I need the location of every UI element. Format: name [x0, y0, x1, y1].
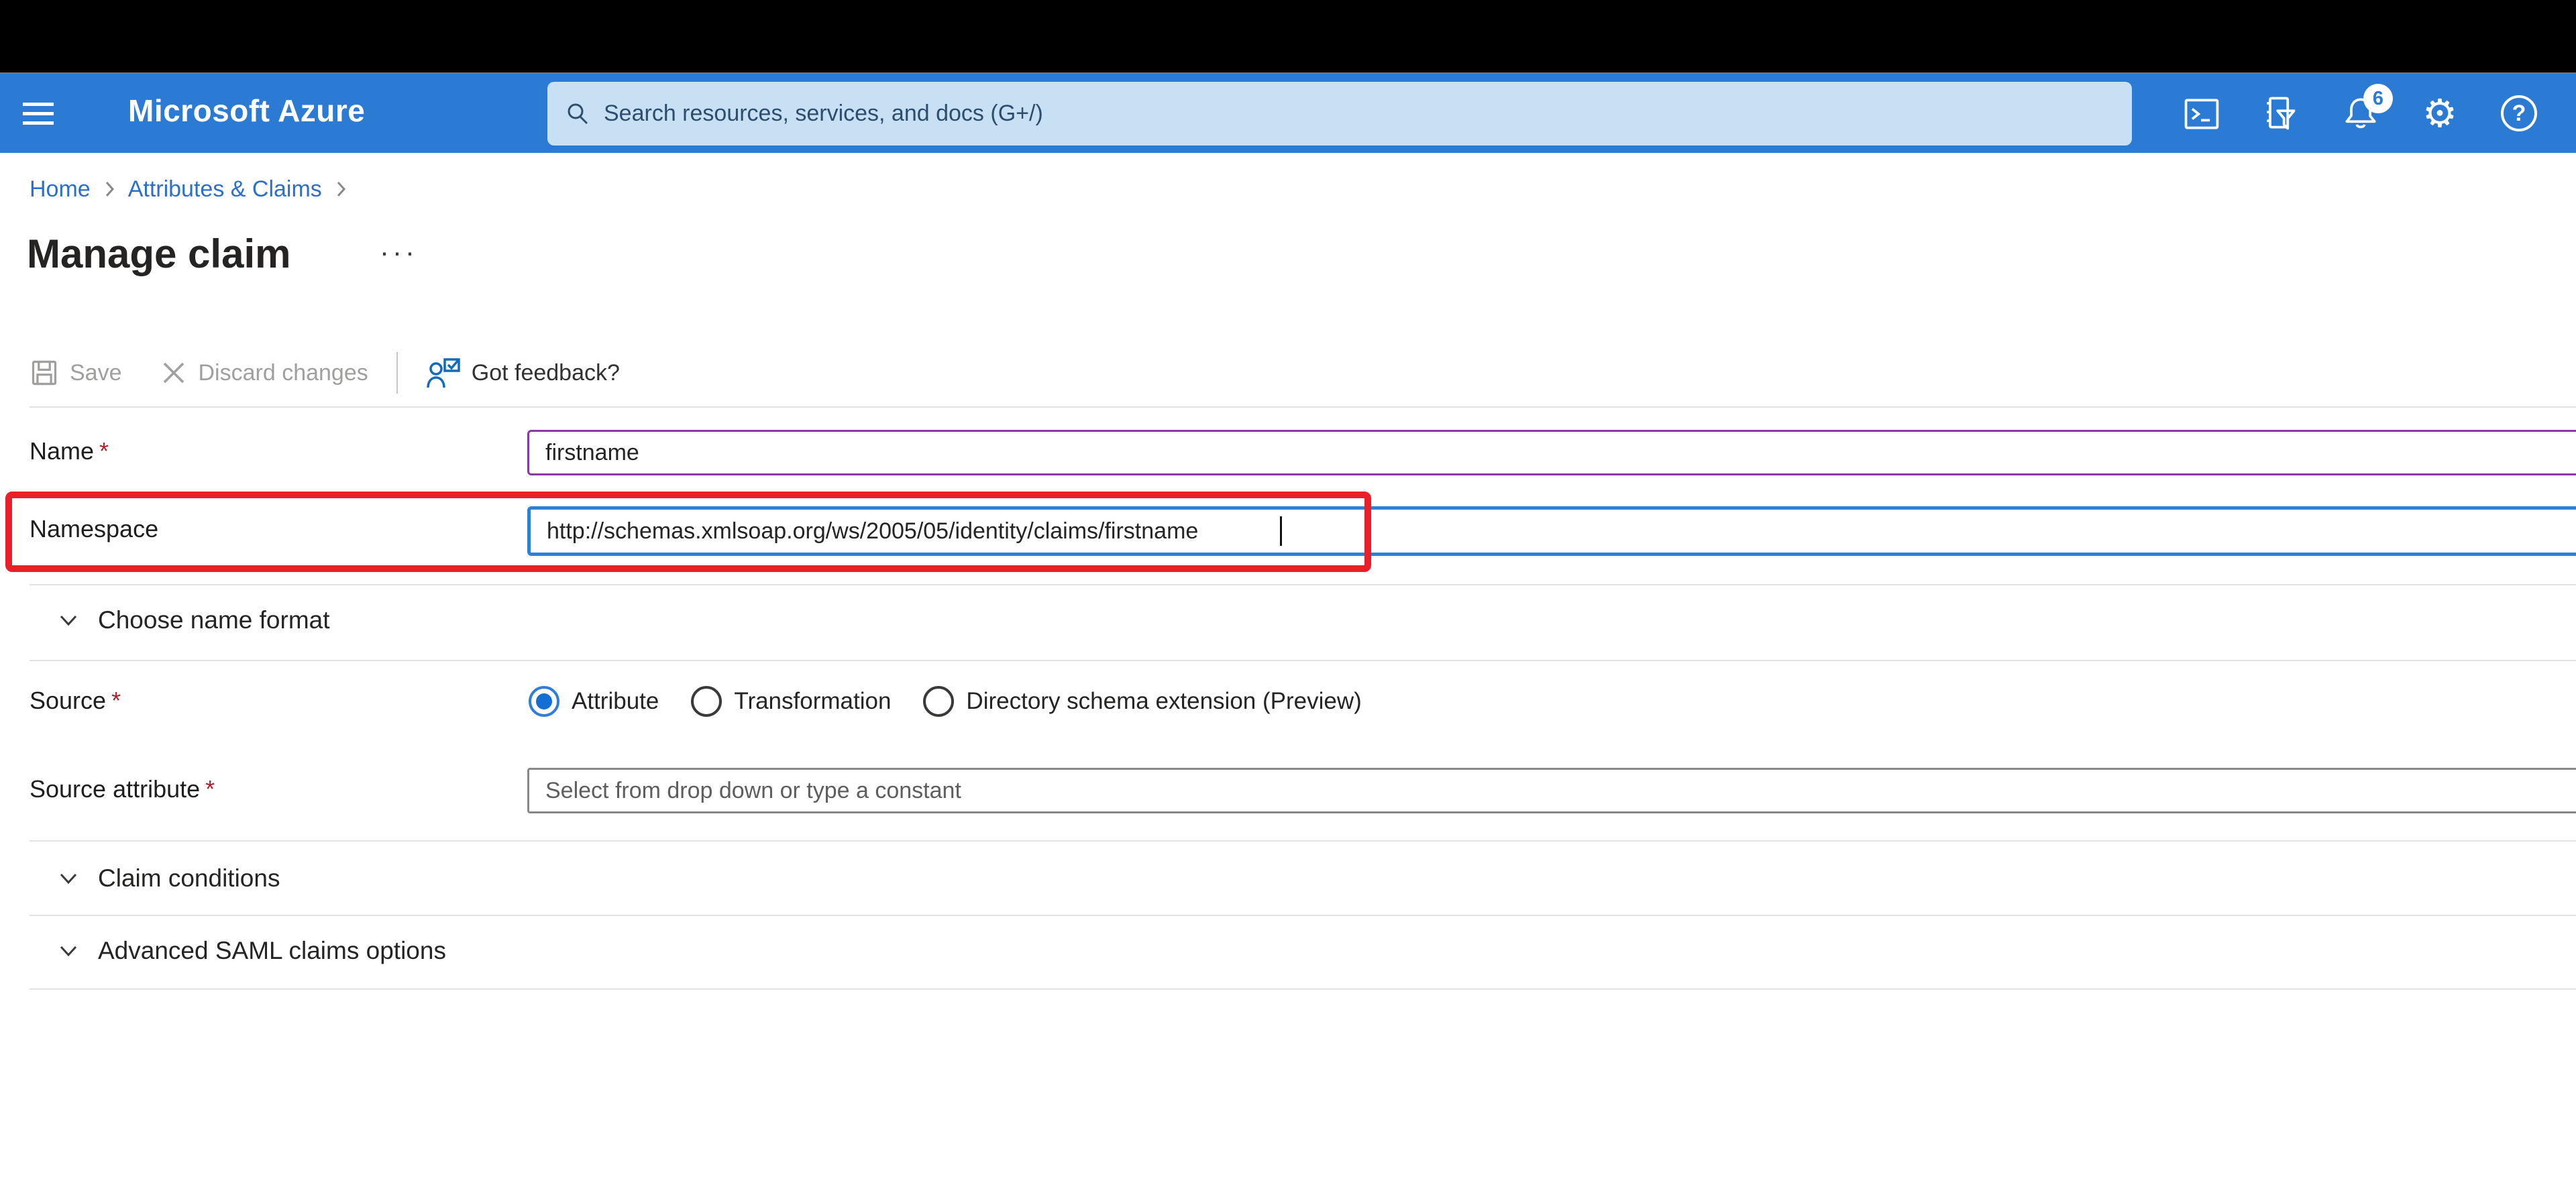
breadcrumb-home-link[interactable]: Home — [30, 176, 91, 203]
cloud-shell-button[interactable] — [2180, 92, 2223, 135]
required-asterisk: * — [99, 437, 109, 465]
chevron-right-icon — [103, 178, 116, 200]
save-button[interactable]: Save — [30, 358, 122, 388]
divider — [30, 406, 2576, 408]
breadcrumb-claims-link[interactable]: Attributes & Claims — [128, 176, 322, 203]
help-icon: ? — [2501, 95, 2537, 131]
radio-label: Attribute — [572, 688, 659, 714]
chevron-right-icon — [334, 178, 347, 200]
azure-portal-window: Microsoft Azure Search resources, servic… — [0, 0, 2576, 1203]
radio-directory-schema-extension[interactable]: Directory schema extension (Preview) — [923, 686, 1362, 717]
required-asterisk: * — [205, 775, 215, 803]
divider — [30, 988, 2576, 990]
chevron-down-icon — [60, 946, 77, 957]
terminal-icon — [2184, 99, 2219, 129]
discard-button[interactable]: Discard changes — [160, 359, 368, 387]
text-cursor — [1280, 516, 1282, 546]
radio-attribute[interactable]: Attribute — [529, 686, 659, 717]
feedback-label: Got feedback? — [471, 359, 620, 386]
settings-button[interactable]: ⚙ — [2418, 92, 2461, 135]
chevron-down-icon — [60, 873, 77, 884]
section-advanced-saml-options[interactable]: Advanced SAML claims options — [58, 937, 446, 965]
radio-label: Transformation — [734, 688, 892, 714]
radio-label: Directory schema extension (Preview) — [966, 688, 1362, 714]
feedback-button[interactable]: Got feedback? — [426, 357, 620, 389]
chevron-down-icon — [60, 615, 77, 626]
section-label: Choose name format — [98, 606, 330, 634]
section-label: Claim conditions — [98, 864, 280, 892]
name-field — [527, 430, 2576, 475]
letterbox-band — [0, 0, 2576, 72]
radio-transformation[interactable]: Transformation — [691, 686, 891, 717]
radio-button-selected-icon — [529, 686, 559, 717]
required-asterisk: * — [111, 687, 121, 714]
source-attribute-label: Source attribute * — [30, 775, 215, 803]
close-icon — [163, 362, 184, 384]
namespace-input[interactable] — [527, 506, 2576, 556]
discard-label: Discard changes — [198, 359, 368, 386]
section-choose-name-format[interactable]: Choose name format — [58, 606, 330, 634]
filter-icon — [2267, 97, 2296, 130]
feedback-icon — [427, 358, 460, 388]
directory-filter-button[interactable] — [2259, 92, 2302, 135]
more-options-button[interactable]: ··· — [380, 236, 418, 268]
name-input[interactable] — [527, 430, 2576, 475]
save-label: Save — [70, 359, 122, 386]
source-attribute-input[interactable] — [527, 768, 2576, 813]
name-label: Name * — [30, 437, 109, 465]
toolbar-divider — [396, 352, 398, 394]
help-button[interactable]: ? — [2498, 92, 2540, 135]
divider — [30, 915, 2576, 916]
command-bar: Save Discard changes Got feedback? — [30, 347, 620, 398]
source-label: Source * — [30, 687, 121, 714]
radio-button-icon — [691, 686, 722, 717]
save-icon — [32, 360, 57, 386]
radio-button-icon — [923, 686, 955, 717]
gear-icon: ⚙ — [2422, 91, 2457, 136]
source-radio-group: Attribute Transformation Directory schem… — [529, 681, 1362, 722]
notifications-button[interactable]: 6 — [2339, 84, 2393, 135]
section-claim-conditions[interactable]: Claim conditions — [58, 864, 280, 893]
page-title: Manage claim — [27, 231, 291, 276]
top-bar-actions: 6 ⚙ ? — [0, 84, 2576, 135]
divider — [30, 840, 2576, 842]
section-label: Advanced SAML claims options — [98, 937, 446, 964]
divider — [30, 660, 2576, 661]
source-attribute-field — [527, 768, 2576, 813]
divider — [30, 584, 2576, 585]
namespace-label: Namespace — [30, 515, 159, 542]
breadcrumb: Home Attributes & Claims — [30, 173, 347, 205]
namespace-field — [527, 506, 2576, 556]
notification-badge: 6 — [2363, 84, 2393, 113]
